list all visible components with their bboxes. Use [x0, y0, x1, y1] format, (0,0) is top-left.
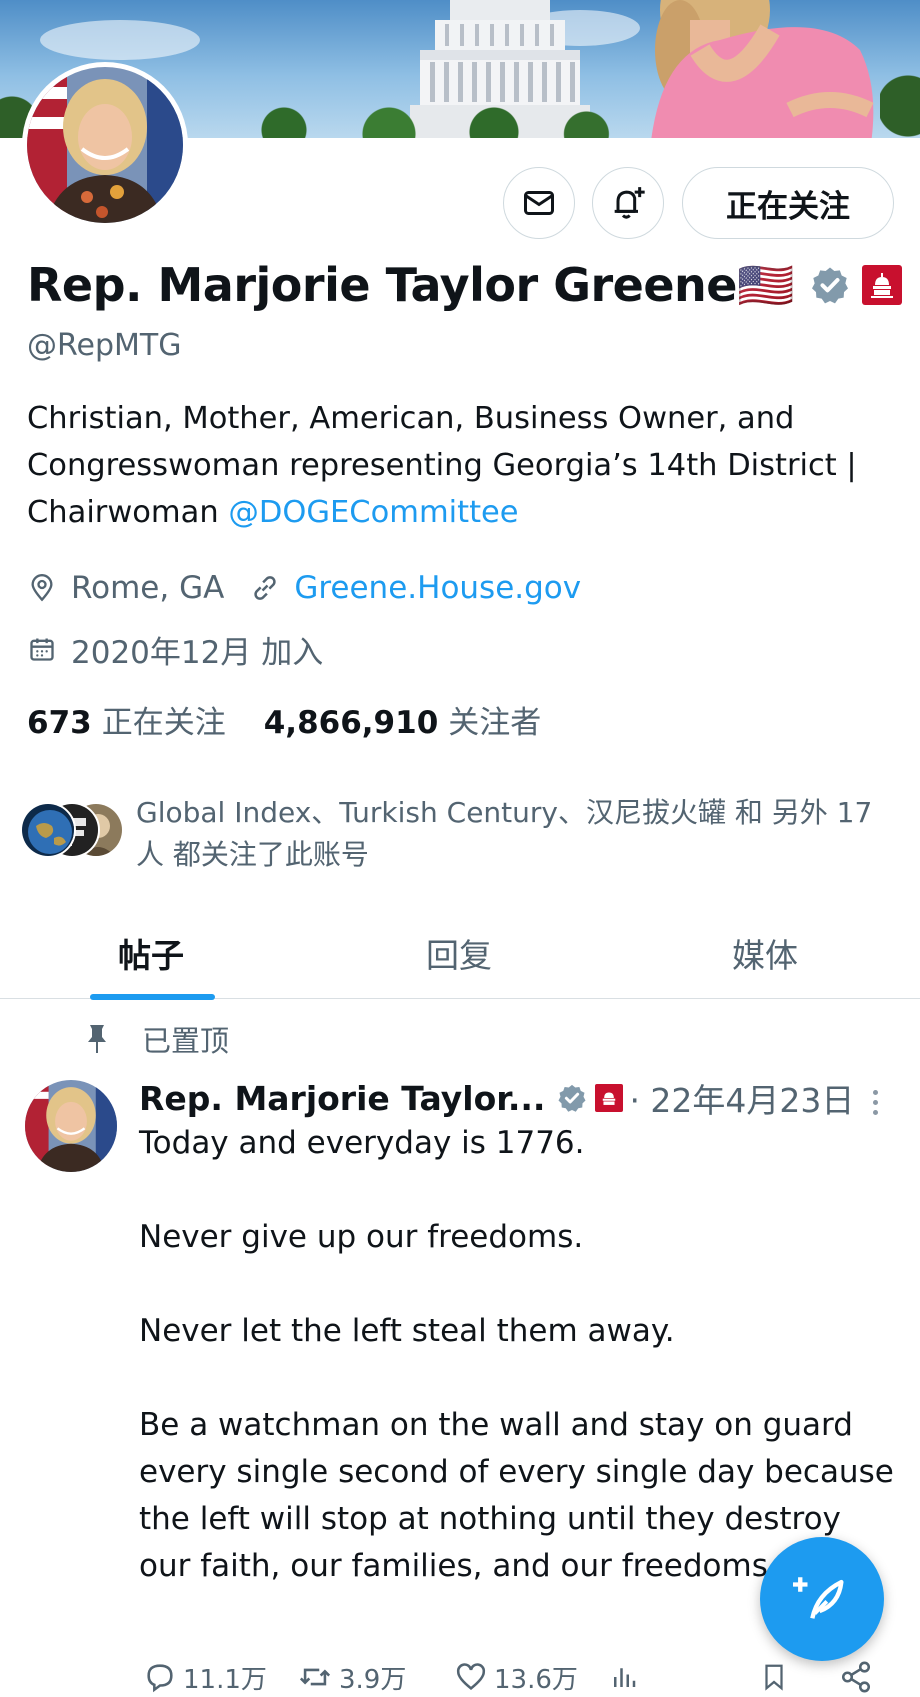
profile-stats: 673 正在关注 4,866,910 关注者 [27, 695, 541, 743]
banner-person-image [651, 0, 874, 138]
views-button[interactable] [609, 1658, 645, 1696]
calendar-icon [27, 634, 57, 664]
banner-cloud [40, 20, 200, 60]
profile-handle: @RepMTG [27, 328, 182, 363]
compose-post-button[interactable] [760, 1537, 884, 1661]
message-icon [524, 191, 554, 215]
profile-meta-location-website: Rome, GA Greene.House.gov [27, 566, 581, 610]
reply-count: 11.1万 [183, 1664, 267, 1695]
house-badge-icon [595, 1084, 624, 1112]
like-button[interactable]: 13.6万 [454, 1658, 578, 1696]
tab-replies[interactable]: 回复 [348, 907, 570, 999]
tweet-paragraph: Today and everyday is 1776. [139, 1125, 585, 1161]
avatar-portrait-image [27, 67, 183, 223]
location-icon [27, 573, 57, 603]
tweet-paragraph: Never give up our freedoms. [139, 1219, 584, 1255]
message-button[interactable] [503, 167, 575, 239]
verified-badge-icon [810, 265, 850, 305]
bookmark-button[interactable] [759, 1658, 795, 1696]
views-icon [614, 1668, 636, 1687]
follower-avatar [20, 802, 76, 858]
profile-meta-joined: 2020年12月 加入 [27, 627, 323, 671]
following-label: 正在关注 [101, 704, 226, 741]
tweet-actions: 11.1万 3.9万 13.6万 [139, 1658, 899, 1696]
profile-name-row: Rep. Marjorie Taylor Greene🇺🇸 [27, 255, 902, 315]
tweet-avatar-portrait [25, 1080, 117, 1172]
retweet-button[interactable]: 3.9万 [297, 1658, 406, 1696]
tab-posts[interactable]: 帖子 [40, 907, 262, 999]
profile-location: Rome, GA [71, 570, 225, 606]
retweet-count: 3.9万 [339, 1664, 407, 1695]
verified-badge-icon [557, 1083, 587, 1113]
reply-button[interactable]: 11.1万 [143, 1658, 267, 1696]
profile-bio: Christian, Mother, American, Business Ow… [27, 395, 907, 536]
followers-stat[interactable]: 4,866,910 关注者 [264, 697, 542, 742]
profile-joined-date: 2020年12月 加入 [71, 634, 324, 671]
tweet-author-avatar[interactable] [25, 1080, 117, 1172]
compose-icon [793, 1577, 844, 1619]
following-button[interactable]: 正在关注 [682, 167, 894, 239]
notification-bell-icon [614, 187, 645, 219]
active-tab-indicator [90, 994, 215, 1000]
like-icon [456, 1663, 486, 1690]
house-badge-icon [861, 265, 902, 305]
followers-you-know-avatars [20, 802, 125, 862]
retweet-icon [299, 1668, 331, 1686]
tweet-date[interactable]: · 22年4月23日 [629, 1074, 854, 1122]
tab-media[interactable]: 媒体 [654, 907, 876, 999]
following-stat[interactable]: 673 正在关注 [27, 697, 226, 742]
link-icon [250, 573, 280, 603]
pinned-label-row: 已置顶 [82, 1017, 229, 1061]
tweet-paragraph: Never let the left steal them away. [139, 1313, 675, 1349]
profile-name: Rep. Marjorie Taylor Greene🇺🇸 [27, 257, 794, 312]
tweet-author-name[interactable]: Rep. Marjorie Taylor... [139, 1079, 545, 1118]
profile-website-link[interactable]: Greene.House.gov [294, 570, 581, 606]
reply-icon [147, 1664, 173, 1693]
bookmark-icon [765, 1664, 783, 1691]
like-count: 13.6万 [494, 1664, 578, 1695]
bio-mention-link[interactable]: @DOGECommittee [228, 495, 518, 530]
profile-tabs: 帖子 回复 媒体 [0, 907, 920, 1000]
tweet-text: Today and everyday is 1776. Never give u… [139, 1120, 899, 1590]
share-icon [841, 1661, 871, 1693]
share-button[interactable] [839, 1658, 879, 1696]
pinned-label: 已置顶 [142, 1024, 230, 1058]
followers-count: 4,866,910 [263, 704, 439, 741]
pin-icon [82, 1021, 112, 1057]
tweet-header: Rep. Marjorie Taylor... · 22年4月23日 [139, 1075, 854, 1121]
banner-trees [200, 98, 620, 138]
notification-button[interactable] [592, 167, 664, 239]
more-icon[interactable] [860, 1082, 890, 1122]
profile-avatar[interactable] [22, 62, 188, 228]
followers-label: 关注者 [448, 704, 542, 741]
following-count: 673 [27, 704, 92, 741]
followers-you-know-text: Global Index、Turkish Century、汉尼拔火罐 和 另外 … [136, 796, 873, 871]
followers-you-know[interactable]: Global Index、Turkish Century、汉尼拔火罐 和 另外 … [20, 792, 910, 872]
